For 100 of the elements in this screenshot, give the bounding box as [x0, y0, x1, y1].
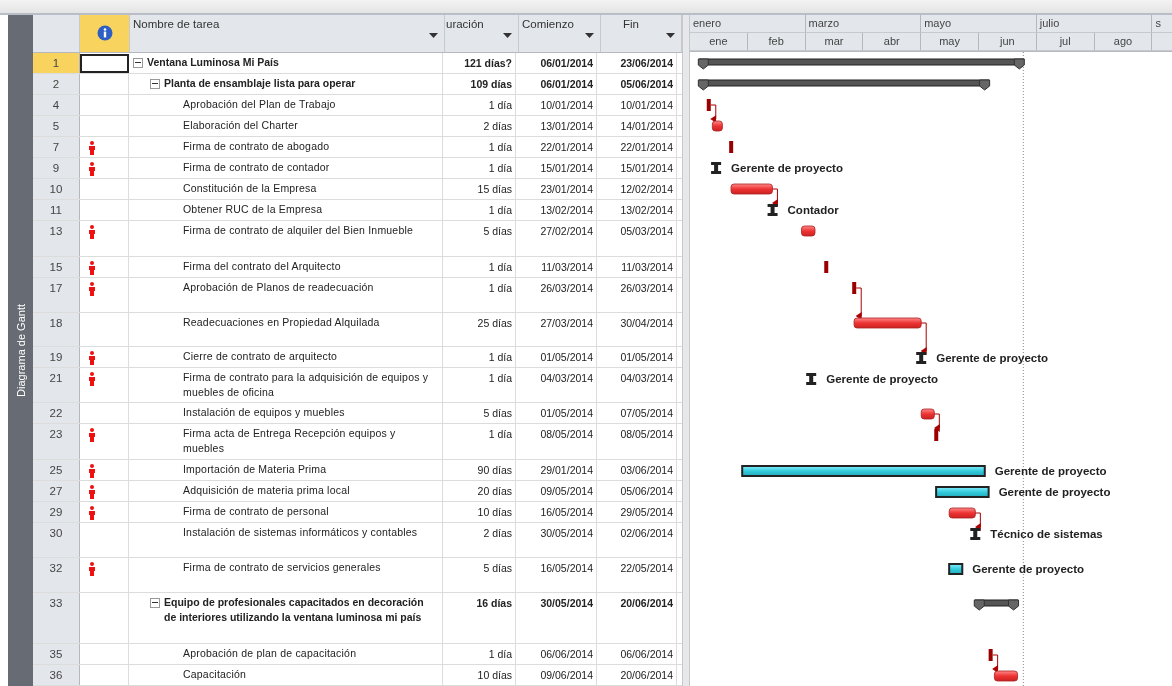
table-row[interactable]: 11 Obtener RUC de la Empresa 1 día 13/02/2014 13/02/2014: [33, 199, 682, 221]
finish-date-cell: 11/03/2014: [597, 256, 677, 277]
table-row[interactable]: 13 Firma de contrato de alquiler del Bien Inmueble 5 días 27/02/2014 05/03/2014: [33, 220, 682, 257]
duration-cell: 5 días: [443, 403, 516, 424]
row-number[interactable]: 22: [33, 403, 80, 424]
task-tick[interactable]: [729, 141, 734, 153]
start-date-cell: 13/01/2014: [516, 115, 597, 136]
duration-cell: 1 día: [443, 199, 516, 220]
resource-label: Técnico de sistemas: [990, 528, 1103, 540]
task-bar[interactable]: [711, 120, 723, 132]
row-number[interactable]: 29: [33, 502, 80, 523]
table-row[interactable]: 1 Ventana Luminosa Mi País 121 días? 06/01/2014 23/06/2014: [33, 52, 682, 74]
table-row[interactable]: 27 Adquisición de materia prima local 20 días 09/05/2014 05/06/2014: [33, 481, 682, 503]
row-number[interactable]: 10: [33, 178, 80, 199]
task-name: Firma de contrato de contador: [183, 159, 330, 175]
row-number[interactable]: 27: [33, 481, 80, 502]
table-row[interactable]: 2 Planta de ensamblaje lista para operar 109 días 06/01/2014 05/06/2014: [33, 73, 682, 95]
table-row[interactable]: 25 Importación de Materia Prima 90 días 29/01/2014 03/06/2014: [33, 460, 682, 482]
row-number[interactable]: 30: [33, 523, 80, 558]
table-row[interactable]: 15 Firma del contrato del Arquitecto 1 día 11/03/2014 11/03/2014: [33, 256, 682, 278]
table-row[interactable]: 23 Firma acta de Entrega Recepción equipos y muebles 1 día 08/05/2014 08/05/2014: [33, 424, 682, 461]
task-tick[interactable]: [988, 649, 993, 661]
column-header[interactable]: uración: [445, 15, 519, 52]
task-marker[interactable]: [916, 352, 927, 364]
timescale-cell: may: [921, 33, 979, 51]
task-bar[interactable]: [741, 465, 986, 477]
table-row[interactable]: 10 Constitución de la Empresa 15 días 23/01/2014 12/02/2014: [33, 178, 682, 200]
task-marker[interactable]: [767, 204, 778, 216]
task-tick[interactable]: [852, 282, 857, 294]
row-number[interactable]: 19: [33, 347, 80, 368]
task-marker[interactable]: [970, 528, 981, 540]
task-bar[interactable]: [801, 225, 816, 237]
row-number[interactable]: 15: [33, 256, 80, 277]
table-row[interactable]: 18 Readecuaciones en Propiedad Alquilada 25 días 27/03/2014 30/04/2014: [33, 312, 682, 348]
task-bar[interactable]: [948, 563, 964, 575]
row-number[interactable]: 33: [33, 593, 80, 644]
table-row[interactable]: 22 Instalación de equipos y muebles 5 días 01/05/2014 07/05/2014: [33, 403, 682, 425]
dropdown-caret-icon[interactable]: [429, 33, 438, 38]
table-row[interactable]: 21 Firma de contrato para la adquisición de equipos y muebles de oficina 1 día 04/03/2014 04/03/2014: [33, 368, 682, 404]
table-row[interactable]: 4 Aprobación del Plan de Trabajo 1 día 10/01/2014 10/01/2014: [33, 94, 682, 116]
summary-bar[interactable]: [697, 79, 991, 91]
task-marker[interactable]: [806, 373, 817, 385]
view-bar[interactable]: Diagrama de Gantt: [8, 15, 33, 686]
column-header[interactable]: [80, 15, 130, 52]
task-tick[interactable]: [934, 429, 939, 441]
table-row[interactable]: 9 Firma de contrato de contador 1 día 15/01/2014 15/01/2014: [33, 157, 682, 179]
duration-cell: 1 día: [443, 644, 516, 664]
table-row[interactable]: 35 Aprobación de plan de capacitación 1 día 06/06/2014 06/06/2014: [33, 644, 682, 665]
row-number[interactable]: 17: [33, 277, 80, 312]
row-number[interactable]: 23: [33, 424, 80, 460]
finish-date-cell: 22/05/2014: [597, 558, 677, 593]
finish-date-cell: 30/04/2014: [597, 312, 677, 347]
row-number[interactable]: 36: [33, 665, 80, 685]
row-number[interactable]: 21: [33, 368, 80, 403]
task-bar[interactable]: [948, 507, 976, 519]
row-number[interactable]: 32: [33, 558, 80, 593]
row-number[interactable]: 1: [33, 52, 80, 73]
column-header[interactable]: Comienzo: [519, 15, 601, 52]
timescale-cell: mar: [805, 33, 864, 51]
row-number[interactable]: 2: [33, 73, 80, 94]
dropdown-caret-icon[interactable]: [503, 33, 512, 38]
task-tick[interactable]: [706, 99, 711, 111]
table-row[interactable]: 19 Cierre de contrato de arquitecto 1 día 01/05/2014 01/05/2014: [33, 347, 682, 369]
row-number[interactable]: 4: [33, 94, 80, 115]
task-bar[interactable]: [935, 486, 990, 498]
table-row[interactable]: 29 Firma de contrato de personal 10 días 16/05/2014 29/05/2014: [33, 502, 682, 524]
task-tick[interactable]: [824, 261, 829, 273]
task-bar[interactable]: [994, 670, 1018, 682]
column-header[interactable]: Nombre de tarea: [130, 15, 445, 52]
dropdown-caret-icon[interactable]: [666, 33, 675, 38]
table-row[interactable]: 36 Capacitación 10 días 09/06/2014 20/06/2014: [33, 665, 682, 686]
duration-cell: 2 días: [443, 523, 516, 558]
table-row[interactable]: 30 Instalación de sistemas informáticos y contables 2 días 30/05/2014 02/06/2014: [33, 523, 682, 559]
timescale-cell: jun: [979, 33, 1037, 51]
row-number[interactable]: 18: [33, 312, 80, 347]
task-name: Firma de contrato de servicios generales: [183, 560, 381, 576]
row-number[interactable]: 7: [33, 136, 80, 157]
row-number[interactable]: 35: [33, 644, 80, 664]
table-row[interactable]: 7 Firma de contrato de abogado 1 día 22/01/2014 22/01/2014: [33, 136, 682, 158]
table-row[interactable]: 32 Firma de contrato de servicios generales 5 días 16/05/2014 22/05/2014: [33, 558, 682, 594]
collapse-toggle[interactable]: [150, 598, 160, 609]
row-number[interactable]: 25: [33, 460, 80, 481]
collapse-toggle[interactable]: [133, 57, 143, 68]
row-number[interactable]: 5: [33, 115, 80, 136]
duration-cell: 1 día: [443, 256, 516, 277]
table-row[interactable]: 33 Equipo de profesionales capacitados en decoración de interiores utilizando la ventana luminosa mi país 16 días 30/05/2014 20/06/2014: [33, 593, 682, 645]
row-number[interactable]: 9: [33, 157, 80, 178]
collapse-toggle[interactable]: [150, 78, 160, 89]
row-number[interactable]: 13: [33, 220, 80, 256]
task-bar[interactable]: [920, 408, 935, 420]
table-row[interactable]: 17 Aprobación de Planos de readecuación 1 día 26/03/2014 26/03/2014: [33, 277, 682, 313]
start-date-cell: 22/01/2014: [516, 136, 597, 157]
task-bar[interactable]: [730, 183, 773, 195]
dropdown-caret-icon[interactable]: [585, 33, 594, 38]
row-number[interactable]: 11: [33, 199, 80, 220]
task-bar[interactable]: [853, 317, 922, 329]
task-marker[interactable]: [711, 162, 722, 174]
summary-bar[interactable]: [973, 599, 1020, 611]
table-row[interactable]: 5 Elaboración del Charter 2 días 13/01/2014 14/01/2014: [33, 115, 682, 137]
summary-bar[interactable]: [697, 58, 1025, 70]
